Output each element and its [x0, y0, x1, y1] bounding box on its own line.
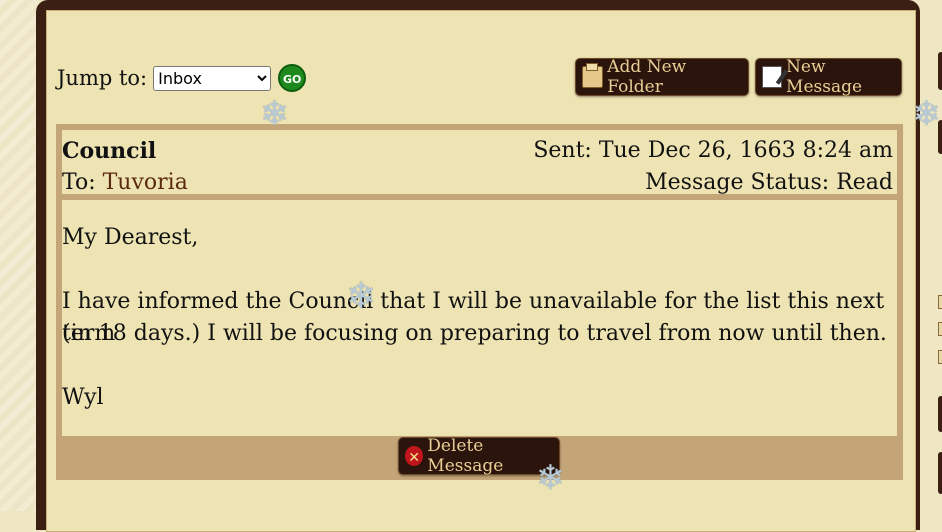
message-header: Council To: Tuvoria Sent: Tue Dec 26, 16…: [62, 130, 897, 195]
message-signature: Wyl: [62, 385, 104, 410]
jump-to-label: Jump to:: [57, 66, 148, 90]
message-from: Council: [62, 138, 157, 164]
snowflake-icon: ❄: [912, 94, 941, 134]
snowflake-icon: ❄: [536, 458, 565, 498]
add-new-folder-label: Add New Folder: [607, 57, 687, 97]
add-new-folder-button[interactable]: Add New Folder: [575, 57, 749, 97]
message-to: To: Tuvoria: [62, 170, 188, 195]
sidebar-button-edge[interactable]: [938, 452, 942, 494]
recipient-link[interactable]: Tuvoria: [103, 170, 188, 195]
message-panel: Council To: Tuvoria Sent: Tue Dec 26, 16…: [56, 124, 903, 480]
jump-to-folder: Jump to: Inbox GO: [57, 64, 307, 92]
snowflake-icon: ❄: [260, 94, 289, 134]
message-status: Message Status: Read: [645, 170, 893, 195]
message-line: (in 18 days.) I will be focusing on prep…: [62, 321, 887, 346]
go-button[interactable]: GO: [278, 64, 307, 92]
folder-select[interactable]: Inbox: [153, 65, 272, 91]
message-sent-date: Sent: Tue Dec 26, 1663 8:24 am: [533, 138, 893, 163]
sidebar-icon: [938, 295, 942, 309]
message-body: My Dearest, I have informed the Council …: [62, 200, 897, 436]
to-label: To:: [62, 170, 96, 195]
compose-icon: [762, 66, 783, 88]
page-background: [0, 0, 38, 511]
new-message-label: New Message: [786, 57, 863, 97]
sidebar-button-edge[interactable]: [938, 52, 942, 90]
delete-message-label: Delete Message: [427, 436, 504, 476]
sidebar-icon: [938, 350, 942, 364]
snowflake-icon: ❄: [346, 276, 377, 317]
message-greeting: My Dearest,: [62, 225, 199, 250]
sidebar-icon: [938, 322, 942, 336]
sidebar-button-edge[interactable]: [938, 396, 942, 432]
new-message-button[interactable]: New Message: [755, 57, 902, 97]
right-sidebar-edge: [928, 0, 942, 511]
delete-icon: ✕: [405, 446, 424, 466]
folder-icon: [582, 63, 604, 88]
